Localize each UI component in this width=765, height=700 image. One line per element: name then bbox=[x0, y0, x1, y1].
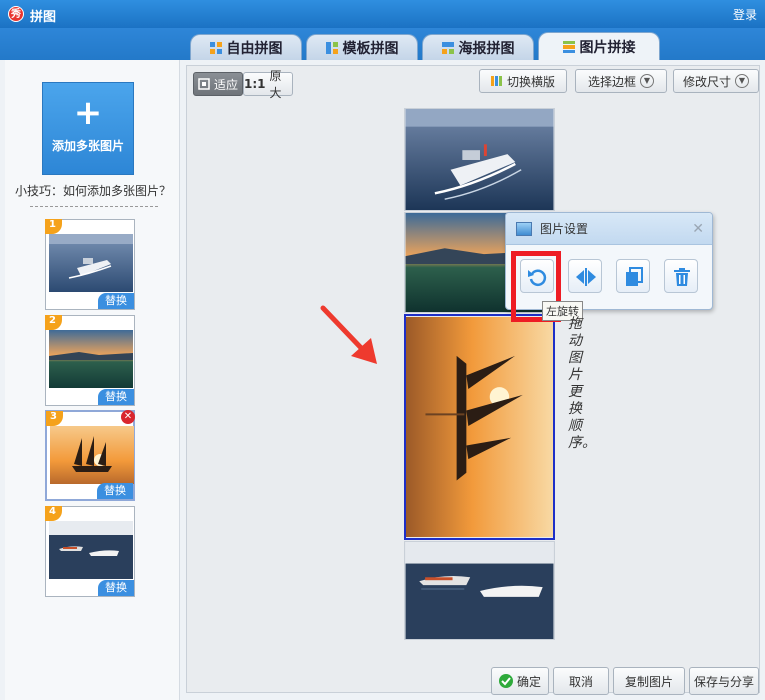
sailing-ship-thumbnail bbox=[50, 426, 134, 484]
window-title: 拼图 bbox=[30, 10, 57, 25]
app-logo-icon: 秀 bbox=[8, 6, 24, 22]
original-size-button[interactable]: 1:1 原大 bbox=[243, 69, 293, 100]
template-collage-icon bbox=[325, 41, 338, 54]
confirm-button[interactable]: 确定 bbox=[491, 667, 549, 695]
tab-poster-collage[interactable]: 海报拼图 bbox=[422, 34, 534, 60]
fit-button[interactable]: 适应 bbox=[193, 72, 243, 96]
copy-icon bbox=[626, 267, 643, 286]
tab-free-collage[interactable]: 自由拼图 bbox=[190, 34, 302, 60]
popup-header: 图片设置 bbox=[506, 213, 712, 245]
tab-bar: 自由拼图 模板拼图 海报拼图 图片拼接 bbox=[0, 28, 765, 60]
save-share-label: 保存与分享 bbox=[693, 674, 754, 689]
copy-image-label: 复制图片 bbox=[624, 674, 673, 689]
thumbnail-number: 2 bbox=[45, 315, 62, 330]
choose-border-button[interactable]: 选择边框 ▼ bbox=[575, 69, 667, 93]
tab-template-collage[interactable]: 模板拼图 bbox=[306, 34, 418, 60]
replace-button[interactable]: 替换 bbox=[97, 483, 133, 499]
canvas-area: 适应 1:1 原大 切换横版 选择边框 ▼ 修改尺寸 ▼ 图片设置 ✕ 左旋转 … bbox=[186, 65, 760, 695]
red-arrow-icon bbox=[320, 305, 377, 364]
main-area: + 添加多张图片 小技巧：如何添加多张图片？ 1 替换 2 替换 3 ✕ 替换 … bbox=[0, 60, 765, 700]
resize-label: 修改尺寸 bbox=[682, 74, 731, 89]
layout-icon bbox=[490, 76, 502, 86]
confirm-label: 确定 bbox=[516, 674, 541, 689]
delete-icon[interactable]: ✕ bbox=[121, 410, 135, 424]
thumbnail-item-selected[interactable]: 3 ✕ 替换 bbox=[45, 410, 135, 501]
chevron-down-icon: ▼ bbox=[735, 74, 749, 88]
delete-button[interactable] bbox=[664, 259, 698, 293]
add-images-label: 添加多张图片 bbox=[51, 139, 124, 153]
cancel-label: 取消 bbox=[568, 674, 593, 689]
title-bar: 秀 拼图 登录 bbox=[0, 0, 765, 28]
thumbnail-panel: + 添加多张图片 小技巧：如何添加多张图片？ 1 替换 2 替换 3 ✕ 替换 … bbox=[5, 60, 180, 700]
canvas-image-boats[interactable] bbox=[404, 541, 555, 640]
tab-template-collage-label: 模板拼图 bbox=[342, 40, 399, 57]
switch-layout-label: 切换横版 bbox=[506, 74, 555, 89]
picture-icon bbox=[516, 221, 532, 236]
switch-layout-button[interactable]: 切换横版 bbox=[479, 69, 567, 93]
fit-icon bbox=[198, 78, 210, 90]
thumbnail-item[interactable]: 4 替换 bbox=[45, 506, 135, 597]
canvas-image-sailing-ship-selected[interactable] bbox=[404, 314, 555, 540]
tab-poster-collage-label: 海报拼图 bbox=[458, 40, 515, 57]
fit-label: 适应 bbox=[213, 77, 238, 92]
copy-image-button[interactable]: 复制图片 bbox=[613, 667, 685, 695]
thumbnail-number: 4 bbox=[45, 506, 62, 521]
image-join-icon bbox=[562, 40, 575, 53]
free-collage-icon bbox=[209, 41, 222, 54]
resize-button[interactable]: 修改尺寸 ▼ bbox=[673, 69, 759, 93]
canvas-image-cargo-ship[interactable] bbox=[404, 108, 555, 211]
lake-sunset-thumbnail bbox=[49, 330, 133, 388]
flip-horizontal-button[interactable] bbox=[568, 259, 602, 293]
tab-image-join-label: 图片拼接 bbox=[579, 39, 636, 56]
add-images-button[interactable]: + 添加多张图片 bbox=[42, 82, 134, 175]
ratio-label: 1:1 bbox=[244, 77, 266, 91]
poster-collage-icon bbox=[441, 41, 454, 54]
close-icon[interactable]: ✕ bbox=[692, 221, 704, 237]
chevron-down-icon: ▼ bbox=[640, 74, 654, 88]
thumbnail-item[interactable]: 2 替换 bbox=[45, 315, 135, 406]
trash-icon bbox=[674, 268, 690, 286]
tab-free-collage-label: 自由拼图 bbox=[226, 40, 283, 57]
tip-link[interactable]: 小技巧：如何添加多张图片？ bbox=[15, 182, 171, 199]
copy-button[interactable] bbox=[616, 259, 650, 293]
choose-border-label: 选择边框 bbox=[587, 74, 636, 89]
boats-thumbnail bbox=[49, 521, 133, 579]
login-link[interactable]: 登录 bbox=[733, 6, 757, 23]
thumbnail-number: 1 bbox=[45, 219, 62, 234]
original-size-label: 原大 bbox=[269, 69, 282, 100]
replace-button[interactable]: 替换 bbox=[98, 293, 134, 309]
plus-icon: + bbox=[73, 93, 103, 133]
cargo-ship-thumbnail bbox=[49, 234, 133, 292]
replace-button[interactable]: 替换 bbox=[98, 389, 134, 405]
popup-title: 图片设置 bbox=[540, 222, 589, 236]
divider bbox=[30, 206, 158, 207]
thumbnail-item[interactable]: 1 替换 bbox=[45, 219, 135, 310]
drag-hint-text: 拖动图片更换顺序。 bbox=[568, 316, 596, 451]
thumbnail-number: 3 bbox=[46, 411, 63, 426]
tab-image-join[interactable]: 图片拼接 bbox=[538, 32, 660, 60]
save-share-button[interactable]: 保存与分享 bbox=[689, 667, 759, 695]
check-icon bbox=[498, 674, 513, 688]
cancel-button[interactable]: 取消 bbox=[553, 667, 609, 695]
flip-horizontal-icon bbox=[576, 268, 596, 286]
replace-button[interactable]: 替换 bbox=[98, 580, 134, 596]
